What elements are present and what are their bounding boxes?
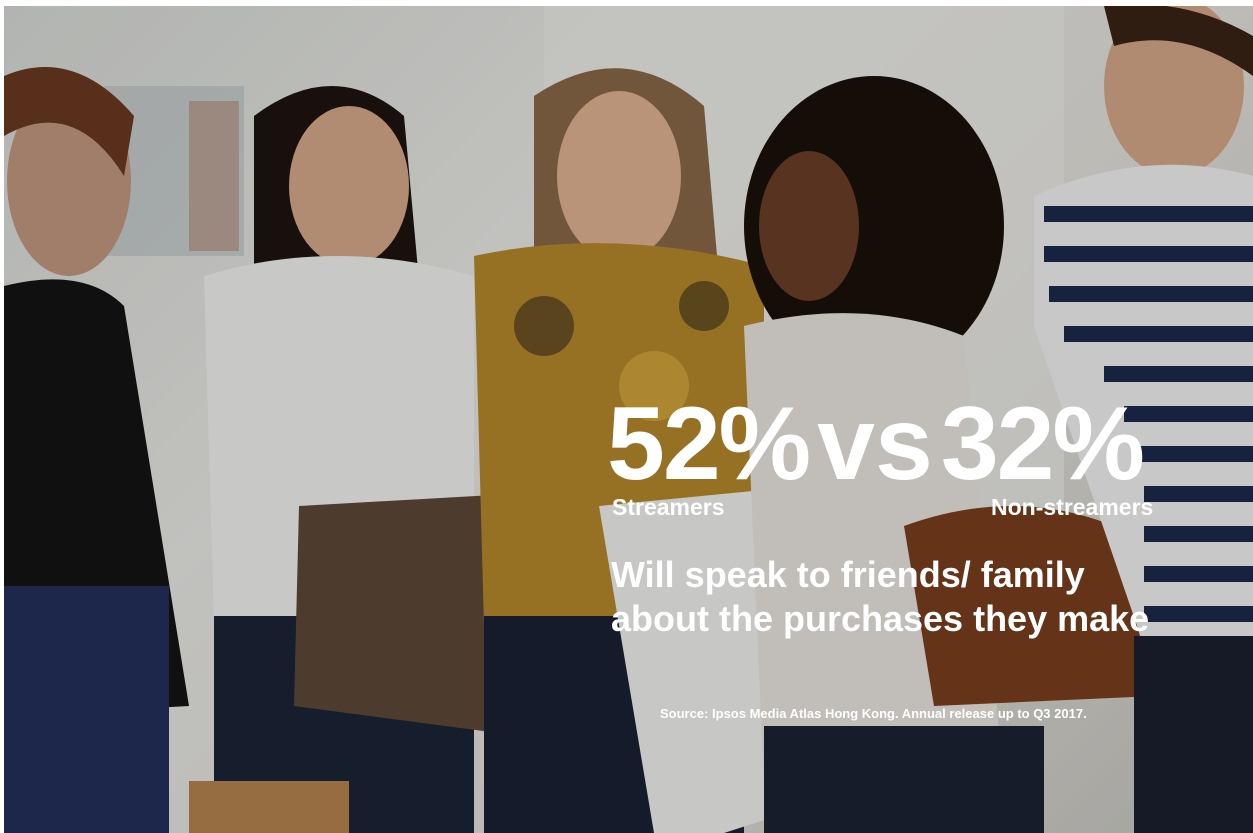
headline-line-1: Will speak to friends/ family xyxy=(611,554,1085,595)
stat-comparison: 52%vs32% xyxy=(607,392,1145,496)
infographic-slide: 52%vs32% Streamers Non-streamers Will sp… xyxy=(0,0,1253,833)
headline-line-2: about the purchases they make xyxy=(611,597,1150,639)
headline: Will speak to friends/ family about the … xyxy=(611,553,1149,641)
versus-text: vs xyxy=(817,386,933,502)
source-note: Source: Ipsos Media Atlas Hong Kong. Ann… xyxy=(660,706,1087,721)
streamers-percentage: 52% xyxy=(607,386,811,502)
non-streamers-percentage: 32% xyxy=(940,386,1145,502)
streamers-label: Streamers xyxy=(612,494,725,520)
non-streamers-label: Non-streamers xyxy=(991,494,1154,520)
